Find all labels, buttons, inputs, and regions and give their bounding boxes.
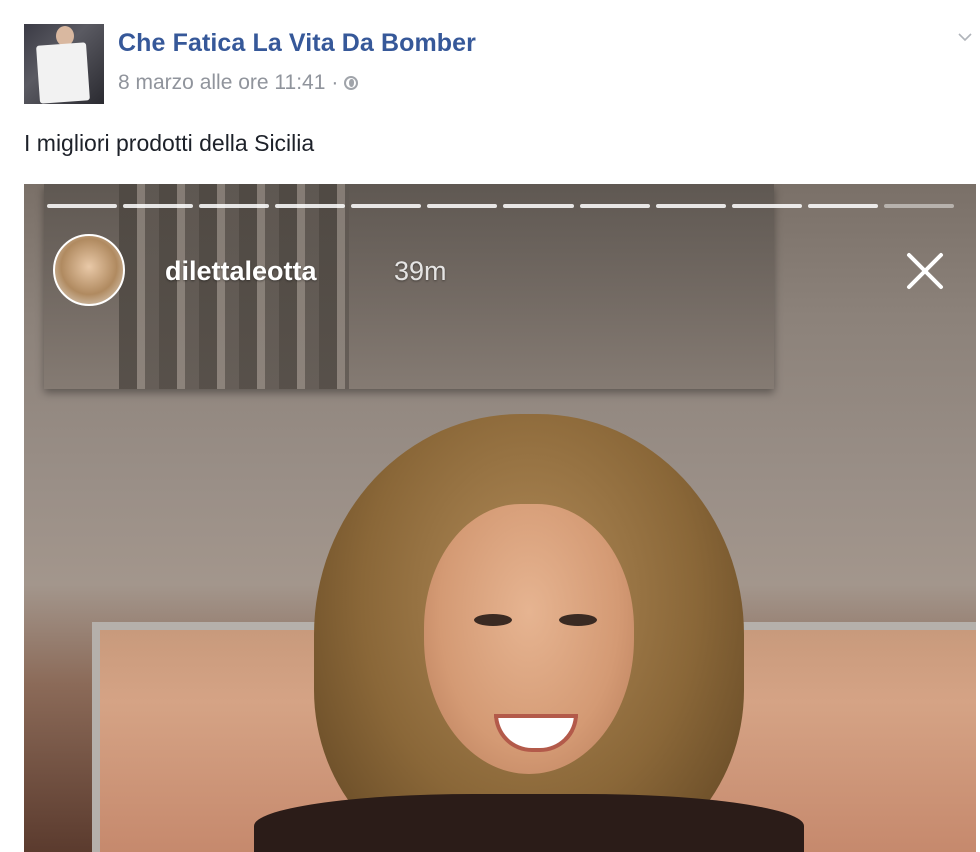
story-time: 39m: [394, 256, 447, 286]
story-progress-bar: [47, 204, 954, 208]
post-photo[interactable]: dilettaleotta 39m: [24, 184, 976, 852]
story-progress-segment: [731, 204, 802, 208]
page-name-link[interactable]: Che Fatica La Vita Da Bomber: [118, 29, 476, 58]
story-progress-segment: [579, 204, 650, 208]
story-username: dilettaleotta: [165, 256, 317, 286]
photo-clothing: [254, 794, 804, 852]
story-progress-segment: [883, 204, 954, 208]
story-avatar: [53, 234, 125, 306]
story-progress-segment: [199, 204, 270, 208]
story-progress-segment: [807, 204, 878, 208]
close-icon: [907, 253, 943, 289]
page-avatar[interactable]: [24, 24, 104, 104]
photo-eye-right: [559, 614, 597, 626]
meta-separator: ·: [331, 71, 339, 94]
story-progress-segment: [123, 204, 194, 208]
avatar-shirt: [36, 42, 90, 104]
story-progress-segment: [655, 204, 726, 208]
globe-icon[interactable]: [344, 76, 359, 90]
story-progress-segment: [503, 204, 574, 208]
post-meta: 8 marzo alle ore 11:41 ·: [118, 71, 359, 95]
story-progress-segment: [275, 204, 346, 208]
story-progress-segment: [47, 204, 118, 208]
post-timestamp[interactable]: 8 marzo alle ore 11:41: [118, 71, 325, 95]
post-text: I migliori prodotti della Sicilia: [24, 130, 315, 156]
photo-eye-left: [474, 614, 512, 626]
story-progress-segment: [427, 204, 498, 208]
story-progress-segment: [351, 204, 422, 208]
chevron-down-icon[interactable]: [958, 30, 972, 44]
